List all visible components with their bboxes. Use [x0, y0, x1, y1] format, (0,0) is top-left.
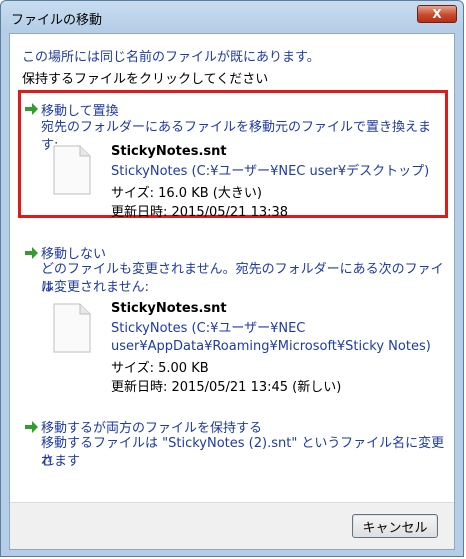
instruction-text: 保持するファイルをクリックしてください [22, 72, 269, 87]
option-title: 移動するが両方のファイルを保持する [41, 421, 263, 436]
option-description: 宛先のフォルダーにあるファイルを移動元のファイルで置き換えます: [41, 120, 432, 153]
file-modified-date: 更新日時: 2015/05/21 13:38 [111, 205, 289, 220]
file-location-line-1: StickyNotes (C:¥ユーザー¥NEC [111, 321, 306, 336]
file-move-dialog: ファイルの移動 X この場所には同じ名前のファイルが既にあります。 保持するファ… [0, 0, 464, 557]
green-arrow-icon [25, 421, 38, 433]
green-arrow-icon [25, 103, 38, 115]
dialog-content: この場所には同じ名前のファイルが既にあります。 保持するファイルをクリックしてく… [9, 33, 455, 550]
file-size: サイズ: 5.00 KB [111, 361, 209, 376]
close-button[interactable]: X [417, 5, 457, 23]
conflict-message: この場所には同じ名前のファイルが既にあります。 [22, 50, 320, 65]
option-move-and-replace[interactable]: 移動して置換 宛先のフォルダーにあるファイルを移動元のファイルで置き換えます: … [18, 90, 448, 220]
file-location: StickyNotes (C:¥ユーザー¥NEC user¥デスクトップ) [111, 164, 430, 179]
title-bar[interactable]: ファイルの移動 X [1, 1, 463, 35]
dialog-footer: キャンセル [10, 502, 454, 549]
option-description-line-2: れます [41, 454, 81, 469]
green-arrow-icon [25, 247, 38, 259]
file-name: StickyNotes.snt [111, 144, 227, 159]
option-description-line-2: は変更されません: [41, 280, 149, 295]
window-title: ファイルの移動 [11, 13, 103, 28]
option-title: 移動しない [41, 247, 107, 262]
file-location-line-2: user¥AppData¥Roaming¥Microsoft¥Sticky No… [111, 339, 431, 354]
file-size: サイズ: 16.0 KB (大きい) [111, 186, 262, 201]
option-description-line-1: 移動するファイルは "StickyNotes (2).snt" というファイル名… [41, 436, 445, 469]
option-keep-both[interactable]: 移動するが両方のファイルを保持する 移動するファイルは "StickyNotes… [18, 408, 448, 476]
file-icon [53, 303, 91, 353]
file-icon [53, 145, 91, 195]
cancel-button[interactable]: キャンセル [352, 514, 438, 538]
file-modified-date: 更新日時: 2015/05/21 13:45 (新しい) [111, 380, 342, 395]
file-name: StickyNotes.snt [111, 301, 227, 316]
option-dont-move[interactable]: 移動しない どのファイルも変更されません。宛先のフォルダーにある次のファイル は… [18, 234, 448, 399]
option-title: 移動して置換 [41, 104, 119, 119]
